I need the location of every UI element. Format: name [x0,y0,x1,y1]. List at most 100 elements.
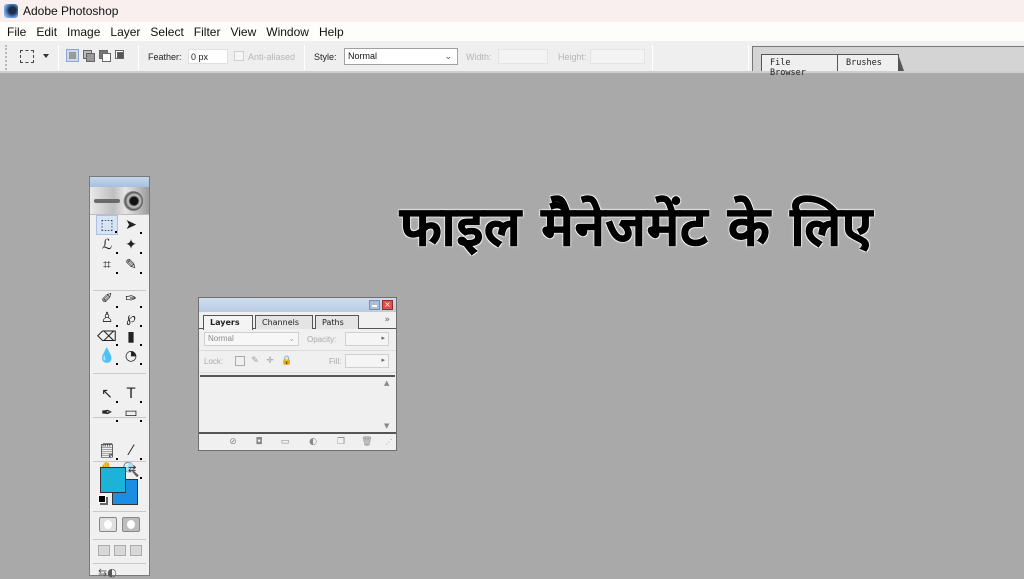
eyedropper-tool[interactable]: ⁄ [120,441,142,461]
layers-scrollbar[interactable]: ▲ ▼ [381,375,395,432]
tab-paths[interactable]: Paths [315,315,359,329]
type-tool[interactable]: T [120,384,142,404]
standard-screen-mode-button[interactable] [98,545,110,556]
quick-mask-mode-button[interactable] [122,517,140,532]
move-tool[interactable]: ➤ [120,215,142,235]
anti-aliased-checkbox[interactable] [234,51,244,61]
feather-label: Feather: [148,52,182,62]
divider [58,45,59,70]
path-selection-tool[interactable]: ↖ [96,384,118,404]
divider [652,45,653,70]
jump-to-imageready-icon[interactable]: ⇆◐ [98,566,117,579]
dodge-tool[interactable]: ◔ [120,346,142,366]
clone-stamp-tool[interactable]: ♙ [96,308,118,328]
lock-image-brush-icon[interactable]: ✎ [250,356,260,366]
pen-tool[interactable]: ✒ [96,403,118,423]
subtract-from-selection-button[interactable] [98,49,111,62]
brush-tool[interactable]: ✑ [120,289,142,309]
slice-tool[interactable]: ✎ [120,255,142,275]
scroll-up-icon[interactable]: ▲ [384,379,389,387]
magic-wand-icon: ✦ [125,237,137,253]
blur-tool[interactable]: 💧 [96,346,118,366]
menu-file[interactable]: File [2,25,31,39]
standard-mode-button[interactable] [99,517,117,532]
opacity-input[interactable]: ▸ [345,332,389,346]
magic-wand-tool[interactable]: ✦ [120,235,142,255]
eraser-icon: ⌫ [97,329,117,345]
eraser-tool[interactable]: ⌫ [96,327,118,347]
layers-list[interactable] [200,375,381,432]
menu-help[interactable]: Help [314,25,349,39]
height-input[interactable] [590,49,645,64]
headline-text: फाइल मैनेजमेंट के लिए [400,195,873,259]
lasso-tool[interactable]: ℒ [96,235,118,255]
feather-input[interactable]: 0 px [188,49,228,64]
flyout-indicator [115,231,117,233]
new-selection-button[interactable] [66,49,79,62]
arrow-right-icon[interactable]: ▸ [381,356,385,364]
flyout-indicator [140,272,142,274]
lock-all-icon[interactable]: 🔒 [281,356,292,366]
menu-layer[interactable]: Layer [105,25,145,39]
tab-channels[interactable]: Channels [255,315,313,329]
layer-style-icon[interactable]: ⊘ [227,437,239,448]
full-screen-mode-button[interactable] [130,545,142,556]
default-colors-icon[interactable] [98,495,106,503]
blend-row: Normal ⌄ Opacity: ▸ [199,329,396,351]
toolbox-title-bar[interactable] [90,177,149,187]
menu-edit[interactable]: Edit [31,25,62,39]
menu-image[interactable]: Image [62,25,105,39]
new-layer-icon[interactable]: ❐ [335,437,347,448]
width-input[interactable] [498,49,548,64]
tool-preset-dropdown-icon[interactable] [43,54,49,58]
resize-grip-icon[interactable]: ⋰ [383,437,395,448]
notes-tool[interactable]: 🗒 [96,441,118,461]
layers-panel-tabs: Layers Channels Paths » [199,312,396,330]
minimize-icon[interactable] [369,300,380,310]
crop-tool[interactable]: ⌗ [96,255,118,275]
new-set-icon[interactable]: ▭ [279,437,291,448]
panel-menu-button[interactable]: » [384,315,390,325]
blend-mode-select[interactable]: Normal ⌄ [204,332,299,346]
menu-select[interactable]: Select [145,25,188,39]
photoshop-logo[interactable] [90,187,149,215]
style-select[interactable]: Normal ⌄ [344,48,458,65]
add-to-selection-button[interactable] [82,49,95,62]
full-screen-menu-mode-button[interactable] [114,545,126,556]
divider [93,461,146,462]
tab-brushes[interactable]: Brushes [837,54,904,71]
lock-transparency-icon[interactable] [235,356,245,366]
close-icon[interactable]: × [382,300,393,310]
opacity-label: Opacity: [307,335,337,344]
healing-brush-tool[interactable]: ✐ [96,289,118,309]
brush-icon: ✑ [125,291,137,307]
menu-view[interactable]: View [225,25,261,39]
layers-panel-title-bar[interactable]: × [199,298,396,312]
palette-well: File Browser Brushes [752,46,1024,78]
foreground-color-swatch[interactable] [100,467,126,493]
arrow-right-icon[interactable]: ▸ [381,334,385,342]
scroll-down-icon[interactable]: ▼ [384,422,389,430]
tab-layers[interactable]: Layers [203,315,253,330]
slice-icon: ✎ [125,257,137,273]
tab-file-browser[interactable]: File Browser [761,54,844,78]
divider [93,511,146,512]
fill-input[interactable]: ▸ [345,354,389,368]
adjustment-layer-icon[interactable]: ◐ [307,437,319,448]
rectangular-marquee-tool[interactable]: ⬚ [96,215,118,235]
swap-colors-icon[interactable]: ⇄ [128,464,136,475]
layers-footer: ⊘ ◘ ▭ ◐ ❐ 🗑 ⋰ [199,432,396,450]
menu-filter[interactable]: Filter [189,25,226,39]
history-brush-tool[interactable]: ℘ [120,308,142,328]
intersect-selection-button[interactable] [114,49,127,62]
anti-aliased-label: Anti-aliased [248,52,296,62]
eyedropper-icon: ⁄ [129,443,133,459]
gradient-tool[interactable]: ▮ [120,327,142,347]
trash-icon[interactable]: 🗑 [361,437,373,448]
rectangle-tool[interactable]: ▭ [120,403,142,423]
menu-window[interactable]: Window [261,25,314,39]
options-bar-grip[interactable] [5,45,7,70]
tool-preset-marquee-icon[interactable] [20,50,34,63]
add-mask-icon[interactable]: ◘ [253,437,265,448]
lock-position-icon[interactable]: ✛ [265,356,275,366]
